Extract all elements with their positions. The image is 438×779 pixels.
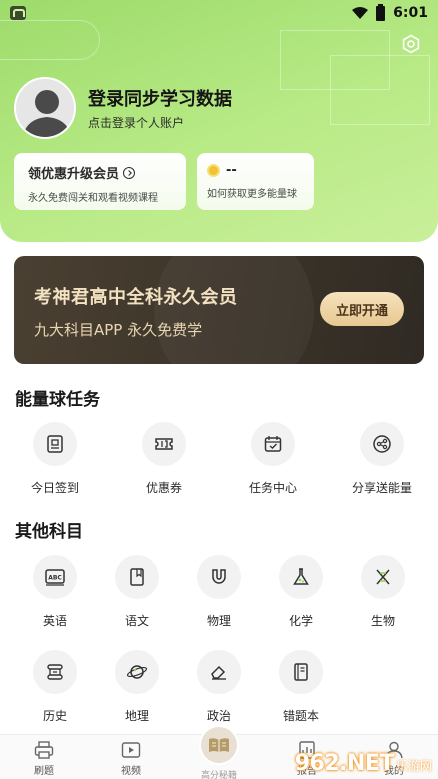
vip-promo-banner[interactable]: 考神君高中全科永久会员 九大科目APP 永久免费学 立即开通	[14, 256, 424, 364]
flask-icon	[293, 568, 309, 585]
subject-geography[interactable]: 地理	[97, 650, 177, 724]
settings-button[interactable]	[400, 33, 422, 55]
task-share[interactable]: 分享送能量	[342, 422, 422, 496]
energy-value: --	[226, 163, 237, 178]
task-label: 优惠券	[145, 481, 182, 495]
energy-coin-icon	[207, 164, 220, 177]
subject-chemistry[interactable]: 化学	[261, 555, 341, 629]
subject-label: 历史	[42, 709, 67, 723]
dna-icon	[376, 569, 390, 585]
site-watermark: 962.NET 乐游网	[295, 751, 432, 776]
watermark-main: 962.NET	[294, 751, 395, 776]
open-book-icon	[209, 738, 229, 752]
task-label: 今日签到	[30, 481, 79, 495]
tasks-section-title: 能量球任务	[15, 390, 100, 410]
login-subtitle[interactable]: 点击登录个人账户	[88, 114, 184, 131]
status-time: 6:01	[393, 5, 428, 21]
task-center[interactable]: 任务中心	[233, 422, 313, 496]
printer-icon	[34, 741, 54, 759]
task-coupon[interactable]: 优惠券	[124, 422, 204, 496]
subject-label: 英语	[42, 614, 67, 628]
subject-label: 化学	[288, 614, 313, 628]
subject-label: 语文	[124, 614, 149, 628]
avatar[interactable]	[14, 77, 76, 139]
nav-practice[interactable]: 刷题	[14, 741, 74, 777]
subject-label: 生物	[370, 614, 395, 628]
banner-subtitle: 九大科目APP 永久免费学	[34, 321, 203, 339]
subject-label: 政治	[206, 709, 231, 723]
subject-chinese[interactable]: 语文	[97, 555, 177, 629]
task-calendar-icon	[264, 436, 282, 452]
ticket-icon	[155, 438, 173, 450]
subjects-section-title: 其他科目	[15, 522, 83, 542]
vip-card-subtitle: 永久免费闯关和观看视频课程	[28, 193, 158, 204]
activate-now-button[interactable]: 立即开通	[320, 292, 404, 326]
eraser-icon	[211, 665, 226, 680]
subject-history[interactable]: 历史	[15, 650, 95, 724]
subject-english[interactable]: ABC 英语	[15, 555, 95, 629]
planet-icon	[126, 665, 148, 679]
header-decoration	[330, 55, 430, 125]
subject-label: 错题本	[282, 709, 319, 723]
gear-icon	[402, 34, 420, 54]
subject-physics[interactable]: 物理	[179, 555, 259, 629]
subject-biology[interactable]: 生物	[343, 555, 423, 629]
share-icon	[373, 435, 391, 453]
energy-ball-card[interactable]: -- 如何获取更多能量球	[197, 153, 314, 210]
nav-video[interactable]: 视频	[101, 741, 161, 777]
nav-label: 视频	[121, 766, 141, 777]
subject-politics[interactable]: 政治	[179, 650, 259, 724]
banner-decoration	[154, 256, 314, 364]
task-label: 任务中心	[248, 481, 297, 495]
notebook-icon	[130, 568, 144, 586]
svg-text:ABC: ABC	[48, 575, 62, 582]
wifi-icon	[352, 7, 369, 19]
login-title[interactable]: 登录同步学习数据	[88, 85, 232, 111]
scroll-icon	[47, 664, 63, 680]
calendar-check-icon	[47, 435, 63, 453]
battery-icon	[376, 3, 386, 21]
nav-label: 刷题	[34, 766, 54, 777]
task-checkin[interactable]: 今日签到	[15, 422, 95, 496]
app-notification-icon	[10, 6, 26, 20]
vip-card-title: 领优惠升级会员	[28, 167, 120, 182]
video-icon	[121, 742, 141, 758]
energy-card-subtitle: 如何获取更多能量球	[207, 189, 297, 200]
subject-label: 地理	[124, 709, 149, 723]
subject-label: 物理	[206, 614, 231, 628]
header-decoration	[0, 20, 100, 60]
watermark-sub: 乐游网	[395, 759, 432, 773]
task-label: 分享送能量	[351, 481, 412, 495]
nav-secrets[interactable]	[199, 725, 239, 765]
banner-title: 考神君高中全科永久会员	[34, 287, 238, 308]
magnet-icon	[212, 569, 226, 584]
abc-book-icon: ABC	[45, 569, 65, 586]
mistake-book-icon	[294, 663, 308, 681]
mistake-book[interactable]: 错题本	[261, 650, 341, 724]
status-bar: 6:01	[0, 0, 438, 26]
vip-upgrade-card[interactable]: 领优惠升级会员 永久免费闯关和观看视频课程	[14, 153, 186, 210]
chevron-right-icon	[123, 166, 136, 179]
nav-secrets-label: 高分秘籍	[200, 771, 237, 779]
